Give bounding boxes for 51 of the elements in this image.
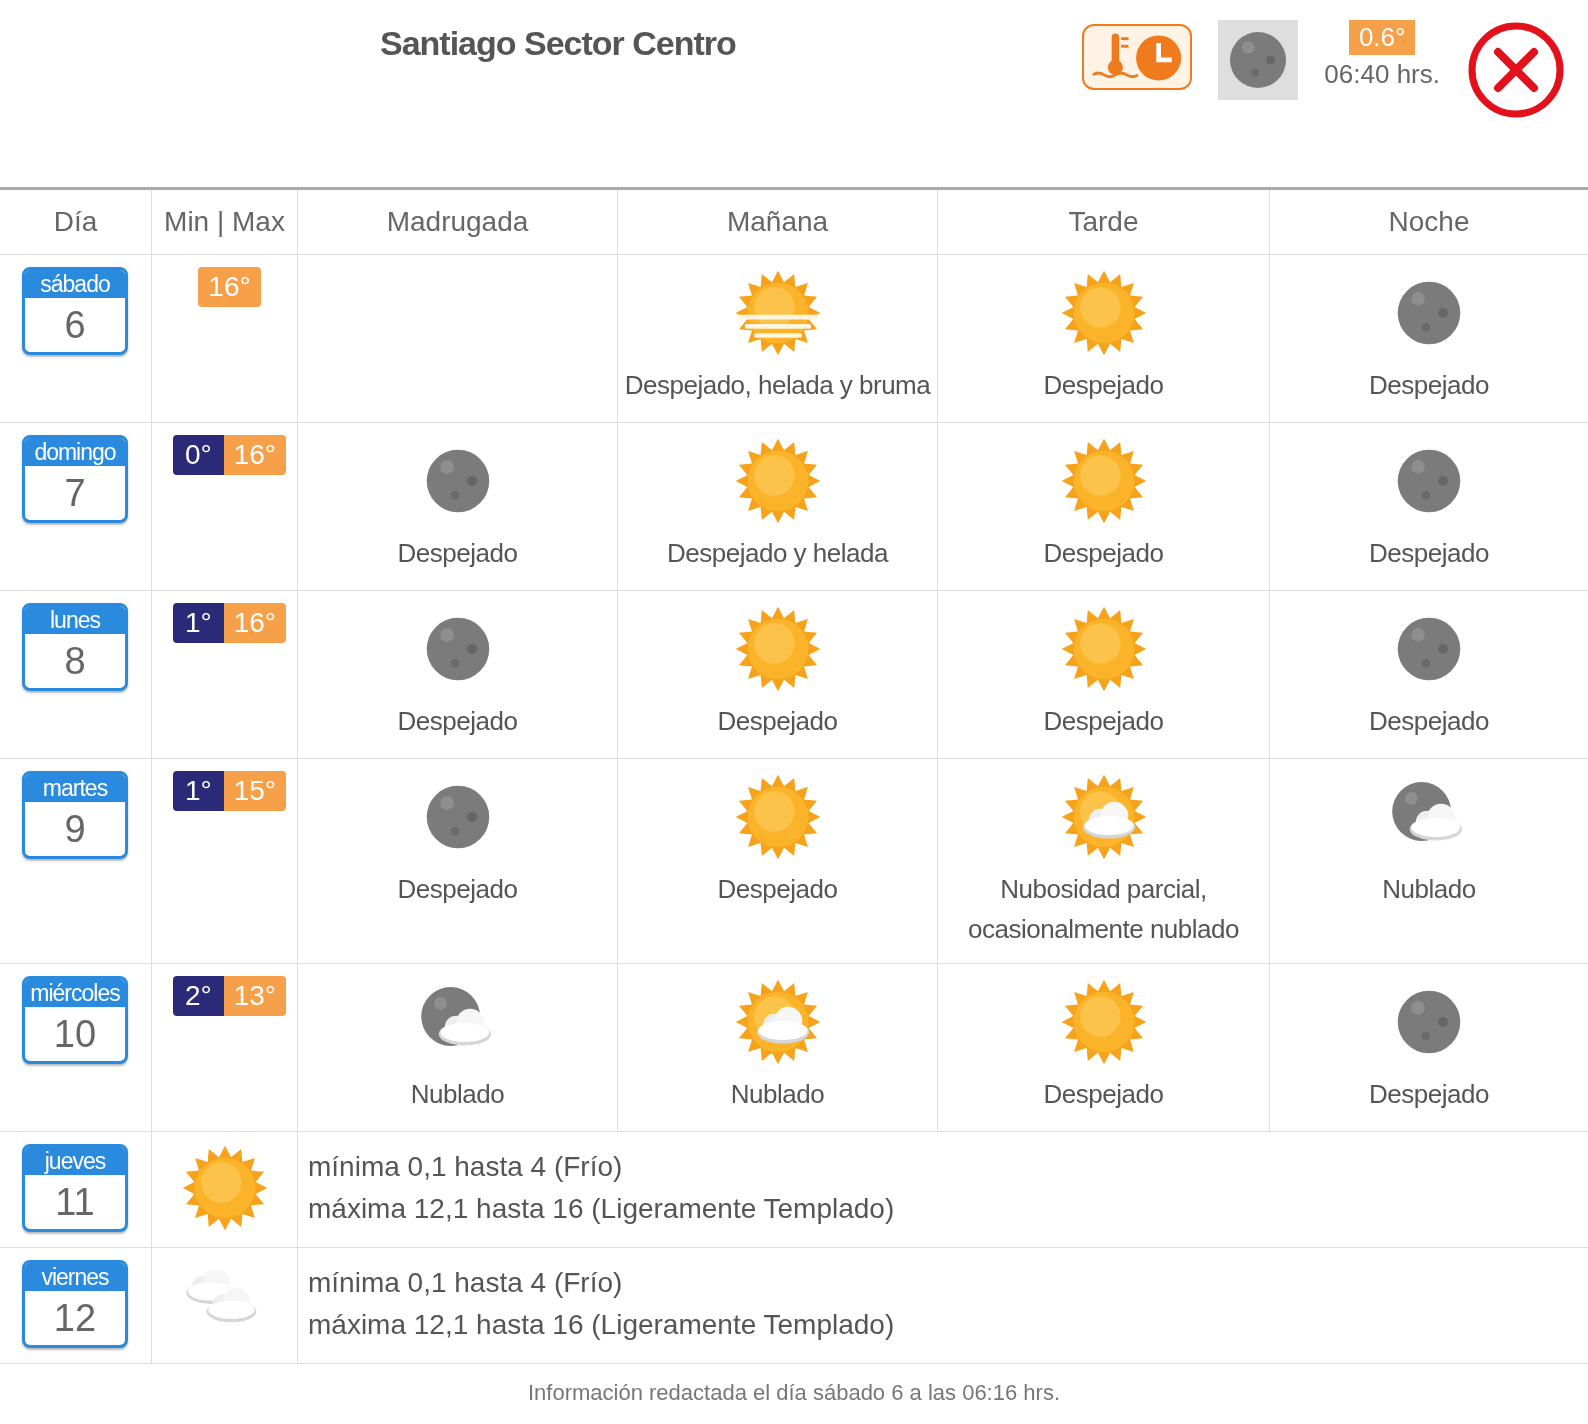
- min-temperature: 2°: [172, 976, 224, 1016]
- forecast-text: Despejado: [1369, 705, 1489, 738]
- max-temperature: 15°: [223, 771, 287, 811]
- forecast-text: Despejado: [1369, 1078, 1489, 1111]
- min-temperature: 1°: [172, 771, 224, 811]
- forecast-text: Despejado: [1043, 537, 1164, 570]
- footer-note: Información redactada el día sábado 6 a las 06:16 hrs.: [527, 1379, 1061, 1407]
- forecast-text: Despejado: [717, 873, 838, 906]
- current-time: 06:40 hrs.: [1324, 59, 1440, 90]
- max-temperature: 16°: [223, 435, 287, 475]
- forecast-text: Nublado: [410, 1078, 505, 1111]
- max-temperature: 13°: [223, 976, 287, 1016]
- calendar-date: jueves 11: [22, 1144, 128, 1232]
- forecast-text: Nubosidad parcial, ocasionalmente nublado: [967, 873, 1240, 946]
- max-temperature: 16°: [223, 603, 287, 643]
- forecast-text: Despejado, helada y bruma: [624, 369, 931, 402]
- forecast-text: Despejado: [397, 873, 518, 906]
- min-temperature: 0°: [172, 435, 224, 475]
- calendar-date: sábado 6: [22, 267, 128, 355]
- forecast-text: Despejado: [1043, 369, 1164, 402]
- calendar-date: miércoles 10: [22, 976, 128, 1064]
- calendar-date: domingo 7: [22, 435, 128, 523]
- column-header: Mañana: [618, 190, 938, 255]
- forecast-text: Despejado: [397, 705, 518, 738]
- current-temperature: 0.6°: [1348, 20, 1416, 55]
- summary-text: máxima 12,1 hasta 16 (Ligeramente Templado): [308, 1192, 896, 1226]
- thermometer-clock-icon[interactable]: [1082, 24, 1193, 90]
- calendar-date: viernes 12: [22, 1260, 128, 1348]
- column-header: Noche: [1270, 190, 1588, 255]
- forecast-text: Despejado: [1043, 705, 1164, 738]
- forecast-text: Despejado: [1369, 537, 1489, 570]
- min-temperature: 1°: [172, 603, 224, 643]
- calendar-date: lunes 8: [22, 603, 128, 691]
- max-temperature: 16°: [198, 267, 261, 307]
- summary-text: máxima 12,1 hasta 16 (Ligeramente Templado): [308, 1308, 896, 1342]
- forecast-text: Despejado: [1043, 1078, 1164, 1111]
- column-header: Madrugada: [298, 190, 618, 255]
- forecast-text: Despejado y helada: [667, 537, 888, 570]
- forecast-text: Nublado: [730, 1078, 825, 1111]
- forecast-text: Despejado: [397, 537, 518, 570]
- calendar-date: martes 9: [22, 771, 128, 859]
- column-header: Tarde: [938, 190, 1270, 255]
- forecast-text: Nublado: [1382, 873, 1476, 906]
- summary-text: mínima 0,1 hasta 4 (Frío): [308, 1150, 624, 1184]
- close-icon[interactable]: [1466, 20, 1566, 120]
- column-header: Min | Max: [152, 190, 298, 255]
- summary-text: mínima 0,1 hasta 4 (Frío): [308, 1266, 624, 1300]
- forecast-text: Despejado: [717, 705, 838, 738]
- forecast-text: Despejado: [1369, 369, 1489, 402]
- column-header: Día: [0, 190, 152, 255]
- location-title: Santiago Sector Centro: [380, 24, 736, 63]
